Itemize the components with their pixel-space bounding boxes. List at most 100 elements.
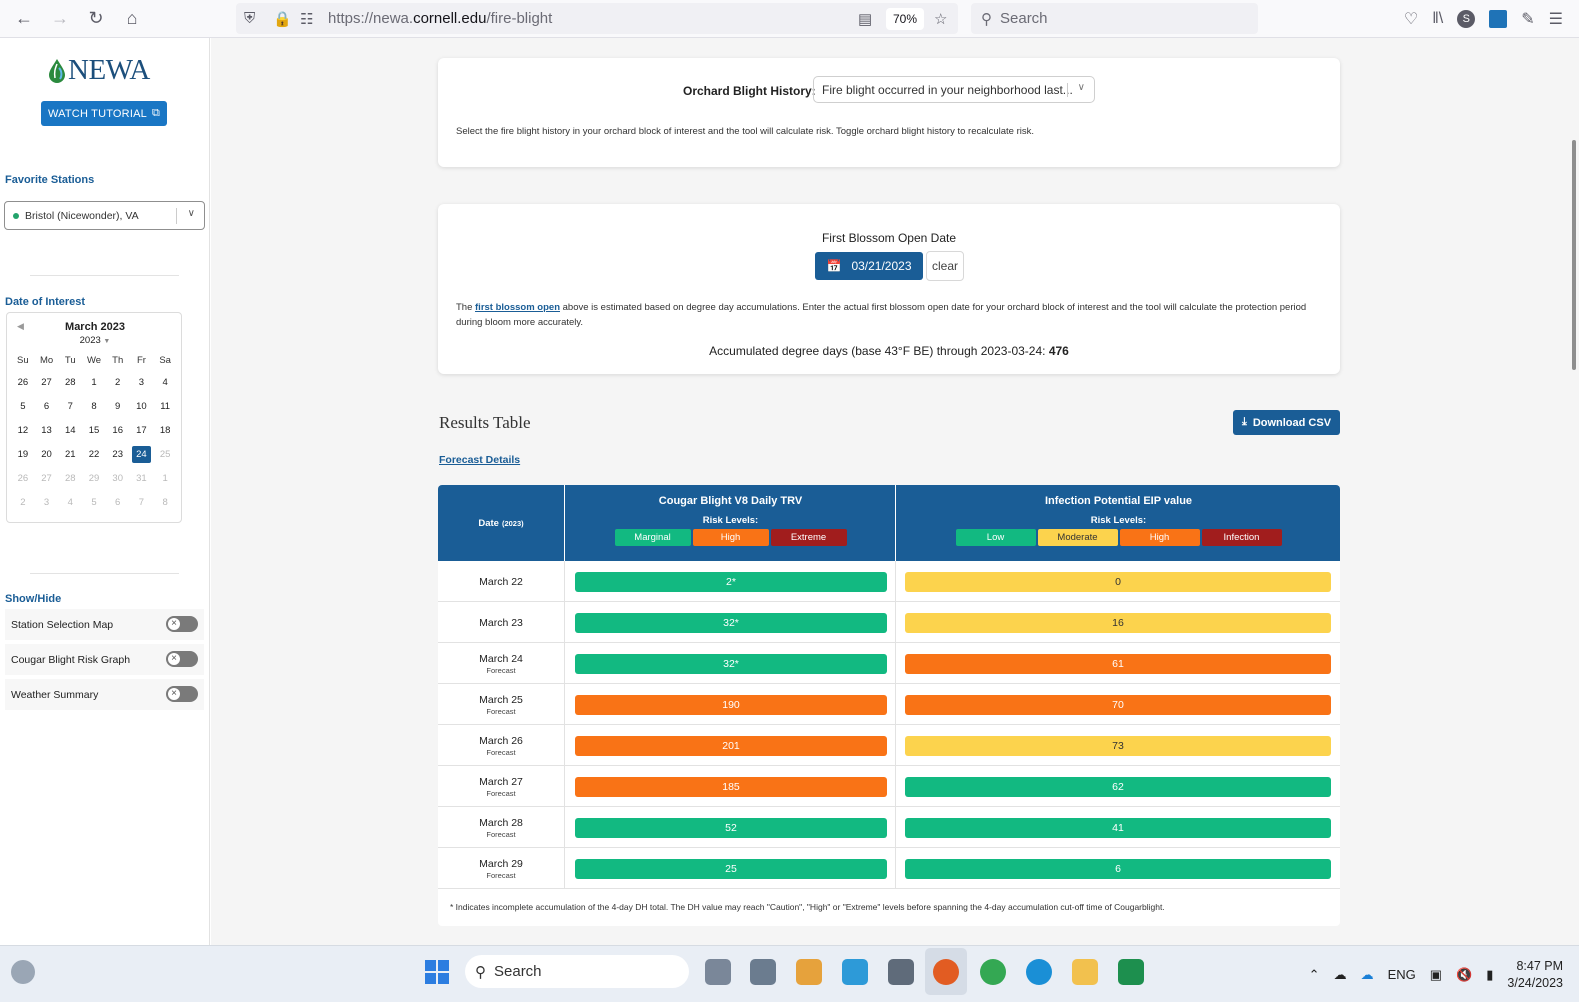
windows-start-icon[interactable] xyxy=(425,960,449,984)
blossom-desc-after: above is estimated based on degree day a… xyxy=(456,302,1307,328)
calendar-day[interactable]: 18 xyxy=(153,418,177,442)
calendar-day[interactable]: 22 xyxy=(82,442,106,466)
orchard-blight-history-select[interactable]: Fire blight occurred in your neighborhoo… xyxy=(813,76,1095,103)
calculator-icon[interactable] xyxy=(888,959,914,985)
calendar-day[interactable]: 9 xyxy=(106,394,130,418)
language-indicator[interactable]: ENG xyxy=(1388,967,1416,982)
url-host: cornell.edu xyxy=(413,10,487,27)
calendar-day[interactable]: 13 xyxy=(35,418,59,442)
calendar-day-number: 10 xyxy=(136,400,147,412)
lock-icon[interactable]: 🔒 xyxy=(273,10,292,28)
calendar-day[interactable]: 7 xyxy=(58,394,82,418)
edge-icon[interactable] xyxy=(1026,959,1052,985)
station-select[interactable]: Bristol (Nicewonder), VA ∨ xyxy=(4,201,205,230)
calendar-day-number: 5 xyxy=(91,496,97,508)
file-app-icon[interactable] xyxy=(750,959,776,985)
calendar-day[interactable]: 12 xyxy=(11,418,35,442)
toggle-switch[interactable] xyxy=(166,616,198,632)
calendar-day[interactable]: 26 xyxy=(11,370,35,394)
zoom-level[interactable]: 70% xyxy=(886,8,924,30)
url-bar[interactable]: ⛨ 🔒 ☷ https://newa.cornell.edu/fire-blig… xyxy=(236,3,958,34)
calendar-day-number: 18 xyxy=(159,424,171,436)
calendar-day[interactable]: 20 xyxy=(35,442,59,466)
toggle-switch[interactable] xyxy=(166,651,198,667)
back-icon[interactable]: ← xyxy=(6,3,42,35)
onedrive-icon[interactable]: ☁ xyxy=(1361,967,1374,983)
library-icon[interactable]: ‖\ xyxy=(1432,10,1443,28)
url-text[interactable]: https://newa.cornell.edu/fire-blight xyxy=(328,10,552,27)
newa-logo[interactable]: NEWA xyxy=(47,54,150,87)
calendar-day-number: 28 xyxy=(64,472,76,484)
bookmark-star-icon[interactable]: ☆ xyxy=(934,10,947,28)
calendar-day[interactable]: 4 xyxy=(153,370,177,394)
permissions-icon[interactable]: ☷ xyxy=(300,10,313,28)
calendar-year-select[interactable]: 2023 ▼ xyxy=(7,335,183,346)
sync-extension-icon[interactable] xyxy=(1489,10,1508,28)
battery-icon[interactable]: ▮ xyxy=(1486,967,1493,983)
date-cell: March 28 Forecast xyxy=(438,807,565,848)
account-icon[interactable]: S xyxy=(1457,10,1476,28)
chevron-down-icon[interactable]: ∨ xyxy=(1078,82,1085,93)
calendar-day[interactable]: 14 xyxy=(58,418,82,442)
toggle-row[interactable]: Cougar Blight Risk Graph xyxy=(5,644,204,675)
calendar-day[interactable]: 16 xyxy=(106,418,130,442)
file-explorer-icon[interactable] xyxy=(1072,959,1098,985)
firefox-icon[interactable] xyxy=(933,959,959,985)
system-clock[interactable]: 8:47 PM 3/24/2023 xyxy=(1507,958,1563,992)
calendar-day[interactable]: 21 xyxy=(58,442,82,466)
menu-icon[interactable]: ☰ xyxy=(1549,9,1563,29)
calendar-month-label: March 2023 xyxy=(65,321,125,333)
calendar-day: 27 xyxy=(35,466,59,490)
calendar-day[interactable]: 17 xyxy=(130,418,154,442)
select-separator xyxy=(1067,83,1068,97)
browser-search-input[interactable]: ⚲ Search xyxy=(971,3,1258,34)
toggle-row[interactable]: Weather Summary xyxy=(5,679,204,710)
calendar-day-number: 29 xyxy=(88,472,100,484)
forward-icon[interactable]: → xyxy=(42,3,78,35)
task-view-icon[interactable] xyxy=(705,959,731,985)
scrollbar-thumb[interactable] xyxy=(1572,140,1576,370)
calendar-day-selected[interactable]: 24 xyxy=(130,442,154,466)
blossom-date-picker[interactable]: 📅 03/21/2023 xyxy=(815,252,923,280)
taskbar-search[interactable]: ⚲ Search xyxy=(465,955,689,988)
chevron-down-icon[interactable]: ∨ xyxy=(188,208,195,219)
calendar-day[interactable]: 15 xyxy=(82,418,106,442)
calendar-day[interactable]: 11 xyxy=(153,394,177,418)
reader-view-icon[interactable]: ▤ xyxy=(858,10,872,28)
pocket-icon[interactable]: ♡ xyxy=(1404,9,1418,29)
calendar-day[interactable]: 10 xyxy=(130,394,154,418)
page-scrollbar[interactable] xyxy=(1568,38,1579,945)
extensions-icon[interactable]: ✎ xyxy=(1521,9,1534,29)
paint-icon[interactable] xyxy=(796,959,822,985)
toggle-row[interactable]: Station Selection Map xyxy=(5,609,204,640)
green-app-icon[interactable] xyxy=(1118,959,1144,985)
eip-value-bar: 70 xyxy=(905,695,1331,715)
calendar-day[interactable]: 6 xyxy=(35,394,59,418)
calendar-day[interactable]: 23 xyxy=(106,442,130,466)
forecast-details-link[interactable]: Forecast Details xyxy=(439,454,520,466)
reload-icon[interactable]: ↻ xyxy=(78,3,114,35)
chevron-up-icon[interactable]: ⌃ xyxy=(1309,967,1320,983)
calendar-day[interactable]: 1 xyxy=(82,370,106,394)
remote-desktop-icon[interactable] xyxy=(842,959,868,985)
home-icon[interactable]: ⌂ xyxy=(114,3,150,35)
calendar-day[interactable]: 19 xyxy=(11,442,35,466)
first-blossom-open-link[interactable]: first blossom open xyxy=(475,302,560,313)
calendar-day[interactable]: 28 xyxy=(58,370,82,394)
calendar-day[interactable]: 27 xyxy=(35,370,59,394)
watch-tutorial-button[interactable]: WATCH TUTORIAL ⧉ xyxy=(41,101,167,126)
cloud-icon[interactable]: ☁ xyxy=(1334,967,1347,983)
calendar-day[interactable]: 2 xyxy=(106,370,130,394)
calendar-day[interactable]: 5 xyxy=(11,394,35,418)
volume-muted-icon[interactable]: 🔇 xyxy=(1456,967,1472,983)
network-icon[interactable]: ▣ xyxy=(1430,967,1442,983)
calendar-day[interactable]: 3 xyxy=(130,370,154,394)
weather-widget-icon[interactable] xyxy=(11,960,35,984)
shield-icon[interactable]: ⛨ xyxy=(244,10,255,27)
download-csv-button[interactable]: ⤓ Download CSV xyxy=(1233,410,1340,435)
clear-date-button[interactable]: clear xyxy=(926,251,964,281)
chrome-icon[interactable] xyxy=(980,959,1006,985)
toggle-switch[interactable] xyxy=(166,686,198,702)
calendar-day-number: 4 xyxy=(67,496,73,508)
calendar-day[interactable]: 8 xyxy=(82,394,106,418)
